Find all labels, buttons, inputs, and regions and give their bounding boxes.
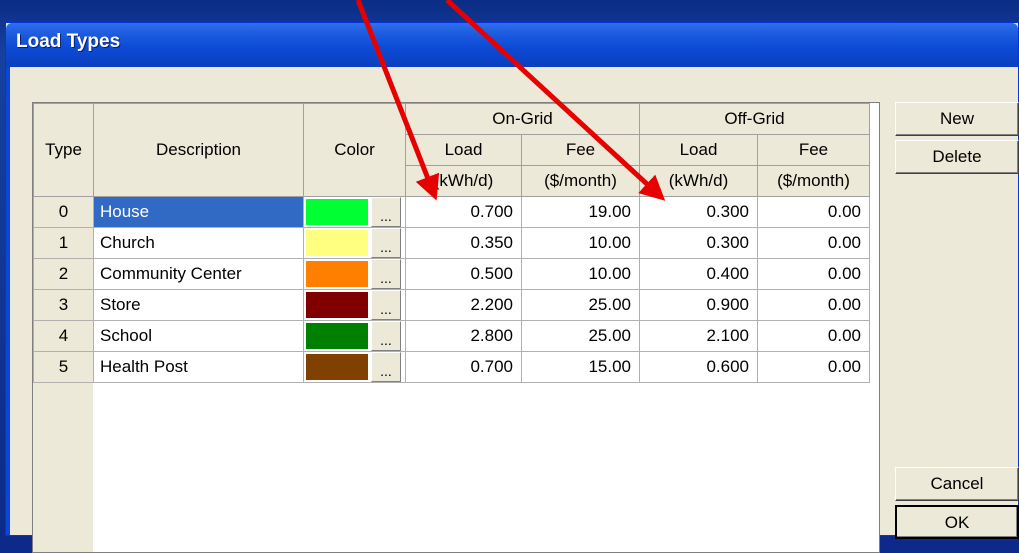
table-row[interactable]: 1 Church... 0.350 10.00 0.300 0.00 [33, 227, 870, 259]
off-grid-load-cell[interactable]: 0.900 [639, 289, 758, 321]
off-grid-load-cell[interactable]: 0.300 [639, 227, 758, 259]
unit-off-grid-fee: ($/month) [757, 165, 870, 197]
title-bar[interactable]: Load Types [6, 23, 1018, 67]
off-grid-load-cell[interactable]: 0.600 [639, 351, 758, 383]
description-cell[interactable]: Community Center [93, 258, 304, 290]
new-button[interactable]: New [895, 102, 1019, 136]
choose-color-button[interactable]: ... [371, 197, 401, 227]
off-grid-fee-cell[interactable]: 0.00 [757, 351, 870, 383]
ok-button[interactable]: OK [895, 505, 1019, 539]
row-type-number: 2 [33, 258, 94, 290]
color-cell[interactable]: ... [303, 196, 406, 228]
off-grid-fee-cell[interactable]: 0.00 [757, 289, 870, 321]
color-cell-content: ... [305, 259, 405, 289]
column-header-on-grid-fee[interactable]: Fee [521, 134, 640, 166]
column-header-type[interactable]: Type [33, 103, 94, 197]
row-type-number: 0 [33, 196, 94, 228]
color-cell-content: ... [305, 290, 405, 320]
off-grid-load-cell[interactable]: 2.100 [639, 320, 758, 352]
color-cell-content: ... [305, 228, 405, 258]
color-cell-content: ... [305, 352, 405, 382]
color-cell[interactable]: ... [303, 320, 406, 352]
column-header-on-grid-load[interactable]: Load [405, 134, 522, 166]
color-cell[interactable]: ... [303, 258, 406, 290]
on-grid-fee-cell[interactable]: 10.00 [521, 258, 640, 290]
off-grid-load-cell[interactable]: 0.300 [639, 196, 758, 228]
color-cell[interactable]: ... [303, 227, 406, 259]
column-header-off-grid-fee[interactable]: Fee [757, 134, 870, 166]
color-swatch [306, 292, 368, 318]
table-row[interactable]: 3 Store... 2.200 25.00 0.900 0.00 [33, 289, 870, 321]
group-header-on-grid: On-Grid [405, 103, 640, 135]
grid-body: 0 House... 0.700 19.00 0.300 0.00 1 Church... 0.… [33, 196, 870, 383]
on-grid-load-cell[interactable]: 0.500 [405, 258, 522, 290]
off-grid-fee-cell[interactable]: 0.00 [757, 196, 870, 228]
window-title: Load Types [16, 31, 121, 52]
row-type-number: 3 [33, 289, 94, 321]
on-grid-load-cell[interactable]: 0.700 [405, 196, 522, 228]
on-grid-fee-cell[interactable]: 25.00 [521, 289, 640, 321]
off-grid-fee-cell[interactable]: 0.00 [757, 320, 870, 352]
row-type-number: 5 [33, 351, 94, 383]
color-swatch [306, 354, 368, 380]
row-type-number: 4 [33, 320, 94, 352]
column-header-color[interactable]: Color [303, 103, 406, 197]
on-grid-load-cell[interactable]: 2.200 [405, 289, 522, 321]
column-header-description[interactable]: Description [93, 103, 304, 197]
choose-color-button[interactable]: ... [371, 352, 401, 382]
color-swatch [306, 230, 368, 256]
grid-table: Type Description Color On-Grid Off-Grid … [33, 103, 870, 383]
description-cell[interactable]: Store [93, 289, 304, 321]
choose-color-button[interactable]: ... [371, 228, 401, 258]
color-cell[interactable]: ... [303, 289, 406, 321]
choose-color-button[interactable]: ... [371, 321, 401, 351]
table-row[interactable]: 2 Community Center... 0.500 10.00 0.400 0.00 [33, 258, 870, 290]
unit-on-grid-load: (kWh/d) [405, 165, 522, 197]
color-swatch [306, 261, 368, 287]
off-grid-load-cell[interactable]: 0.400 [639, 258, 758, 290]
on-grid-load-cell[interactable]: 0.350 [405, 227, 522, 259]
color-cell-content: ... [305, 321, 405, 351]
color-cell[interactable]: ... [303, 351, 406, 383]
off-grid-fee-cell[interactable]: 0.00 [757, 258, 870, 290]
unit-off-grid-load: (kWh/d) [639, 165, 758, 197]
on-grid-fee-cell[interactable]: 19.00 [521, 196, 640, 228]
unit-on-grid-fee: ($/month) [521, 165, 640, 197]
table-row[interactable]: 5 Health Post... 0.700 15.00 0.600 0.00 [33, 351, 870, 383]
off-grid-fee-cell[interactable]: 0.00 [757, 227, 870, 259]
table-row[interactable]: 4 School... 2.800 25.00 2.100 0.00 [33, 320, 870, 352]
load-types-dialog: Load Types Type Description Color On-Gri… [5, 22, 1019, 553]
column-header-off-grid-load[interactable]: Load [639, 134, 758, 166]
load-types-grid: Type Description Color On-Grid Off-Grid … [32, 102, 880, 553]
on-grid-load-cell[interactable]: 2.800 [405, 320, 522, 352]
on-grid-fee-cell[interactable]: 15.00 [521, 351, 640, 383]
description-cell[interactable]: Health Post [93, 351, 304, 383]
group-header-off-grid: Off-Grid [639, 103, 870, 135]
description-cell[interactable]: School [93, 320, 304, 352]
table-row[interactable]: 0 House... 0.700 19.00 0.300 0.00 [33, 196, 870, 228]
on-grid-fee-cell[interactable]: 25.00 [521, 320, 640, 352]
choose-color-button[interactable]: ... [371, 290, 401, 320]
color-swatch [306, 323, 368, 349]
color-cell-content: ... [305, 197, 405, 227]
delete-button[interactable]: Delete [895, 140, 1019, 174]
on-grid-load-cell[interactable]: 0.700 [405, 351, 522, 383]
description-cell[interactable]: House [93, 196, 304, 228]
dialog-client-area: Type Description Color On-Grid Off-Grid … [6, 67, 1019, 553]
row-type-number: 1 [33, 227, 94, 259]
on-grid-fee-cell[interactable]: 10.00 [521, 227, 640, 259]
description-cell[interactable]: Church [93, 227, 304, 259]
choose-color-button[interactable]: ... [371, 259, 401, 289]
color-swatch [306, 199, 368, 225]
cancel-button[interactable]: Cancel [895, 467, 1019, 501]
